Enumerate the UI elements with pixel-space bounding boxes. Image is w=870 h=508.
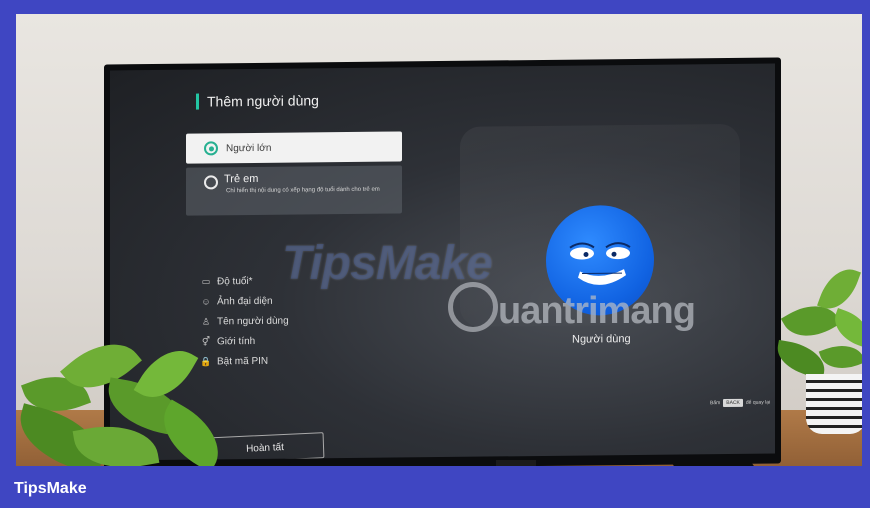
photo: Thêm người dùng Người lớn Trẻ em Chỉ hiể…: [16, 14, 862, 466]
avatar-label: Người dùng: [572, 333, 631, 346]
option-adult[interactable]: Người lớn: [186, 131, 402, 164]
tv-stand-center: [496, 460, 536, 466]
settings-menu: ▭ Độ tuổi* ☺ Ảnh đại diện ♙ Tên người dù…: [200, 273, 289, 374]
face-icon: ☺: [201, 296, 211, 307]
hint-suffix: để quay lại: [745, 399, 771, 406]
done-button[interactable]: Hoàn tất: [205, 432, 325, 461]
calendar-icon: ▭: [201, 275, 211, 287]
menu-item-age[interactable]: ▭ Độ tuổi*: [200, 273, 289, 290]
option-child-label: Trẻ em: [224, 172, 259, 186]
menu-item-gender[interactable]: ⚥ Giới tính: [200, 333, 289, 350]
page-title: Thêm người dùng: [196, 92, 319, 110]
radio-selected-icon: [204, 141, 218, 156]
footer-brand: TipsMake: [14, 480, 87, 497]
menu-label: Bật mã PIN: [217, 355, 269, 367]
plant-pot: [806, 374, 862, 434]
menu-item-username[interactable]: ♙ Tên người dùng: [200, 313, 289, 330]
menu-label: Tên người dùng: [217, 315, 289, 327]
watermark-quantrimang: uantrimang: [498, 290, 696, 332]
menu-label: Giới tính: [217, 335, 256, 347]
option-child-description: Chỉ hiển thị nội dung có xếp hạng độ tuổ…: [226, 186, 380, 195]
menu-label: Ảnh đại diện: [217, 295, 273, 307]
menu-item-pin[interactable]: 🔒 Bật mã PIN: [200, 353, 289, 370]
hint-prefix: Bấm: [710, 400, 721, 407]
back-key: BACK: [723, 398, 743, 408]
gender-icon: ⚥: [201, 335, 211, 347]
lock-icon: 🔒: [200, 355, 212, 367]
watermark-logo: [448, 282, 498, 332]
option-child[interactable]: Trẻ em Chỉ hiển thị nội dung có xếp hạng…: [186, 165, 402, 216]
radio-unselected-icon: [204, 175, 218, 190]
back-hint: Bấm BACK để quay lại: [710, 398, 771, 408]
menu-label: Độ tuổi*: [217, 275, 253, 287]
watermark-tipsmake: TipsMake: [282, 237, 493, 290]
person-icon: ♙: [201, 315, 211, 327]
footer: TipsMake: [0, 470, 870, 508]
menu-item-avatar[interactable]: ☺ Ảnh đại diện: [200, 293, 289, 310]
option-adult-label: Người lớn: [226, 142, 272, 154]
tv-stand-right: [671, 462, 761, 466]
